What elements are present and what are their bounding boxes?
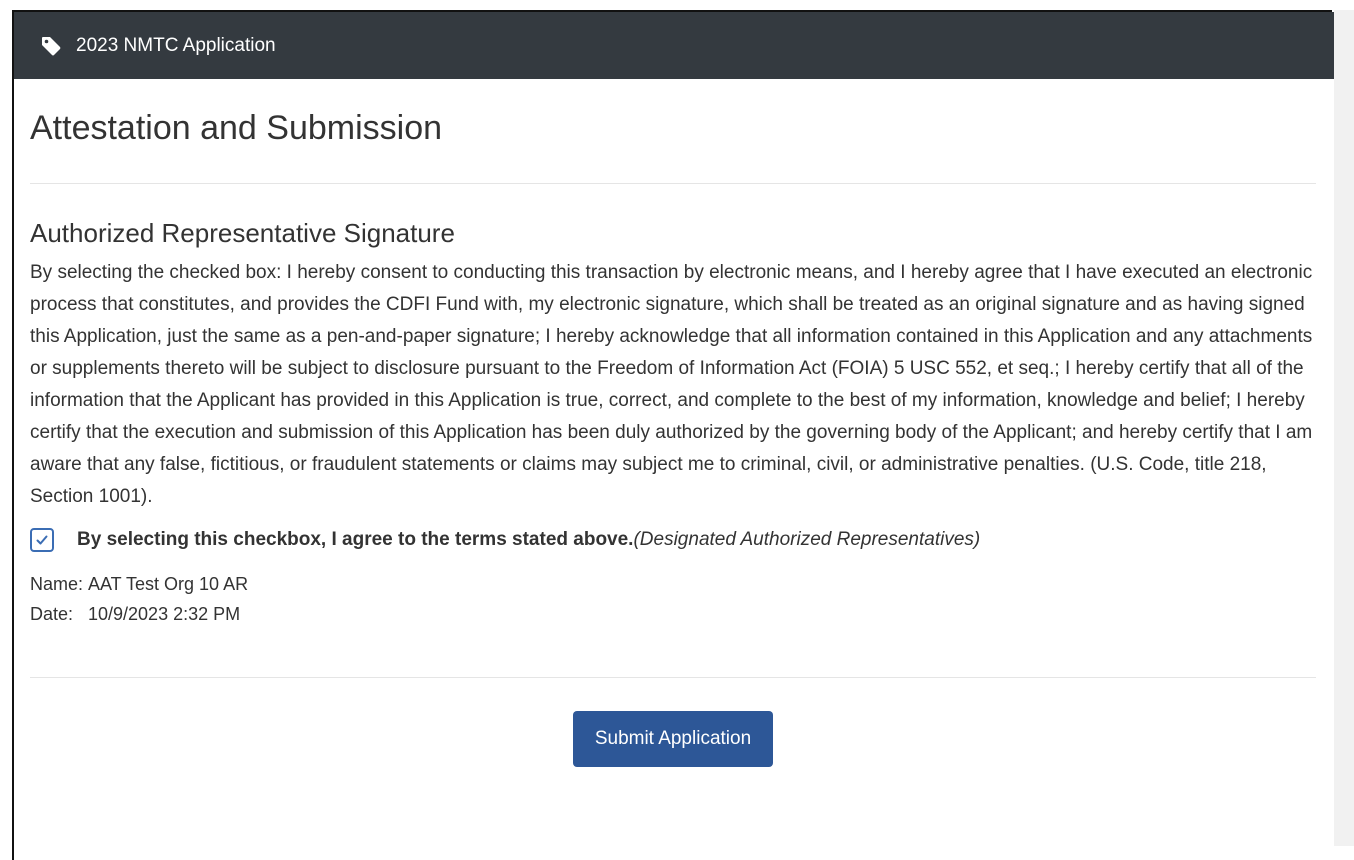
date-label: Date:	[30, 604, 74, 624]
checkmark-icon	[36, 535, 48, 545]
app-title: 2023 NMTC Application	[76, 34, 276, 56]
signature-meta: Name: AAT Test Org 10 AR Date: 10/9/2023…	[30, 569, 1316, 629]
date-row: Date: 10/9/2023 2:32 PM	[30, 599, 1316, 629]
agree-label: By selecting this checkbox, I agree to t…	[77, 529, 980, 551]
tag-icon	[40, 35, 62, 57]
date-value: 10/9/2023 2:32 PM	[88, 604, 241, 624]
page-title: Attestation and Submission	[30, 109, 443, 147]
agree-row: By selecting this checkbox, I agree to t…	[30, 528, 1316, 552]
agree-checkbox[interactable]	[30, 528, 54, 552]
section-title: Authorized Representative Signature	[30, 218, 455, 248]
main-content: Attestation and Submission Authorized Re…	[30, 80, 1316, 767]
agree-label-italic: (Designated Authorized Representatives)	[633, 529, 981, 550]
name-row: Name: AAT Test Org 10 AR	[30, 569, 1316, 599]
attestation-text: By selecting the checked box: I hereby c…	[30, 262, 1313, 507]
agree-label-bold: By selecting this checkbox, I agree to t…	[77, 529, 634, 550]
submit-wrap: Submit Application	[30, 678, 1316, 767]
submit-application-button[interactable]: Submit Application	[572, 711, 774, 767]
scrollbar-track[interactable]	[1334, 10, 1354, 846]
app-header: 2023 NMTC Application	[14, 12, 1334, 79]
name-label: Name:	[30, 574, 84, 594]
name-value: AAT Test Org 10 AR	[88, 574, 249, 594]
